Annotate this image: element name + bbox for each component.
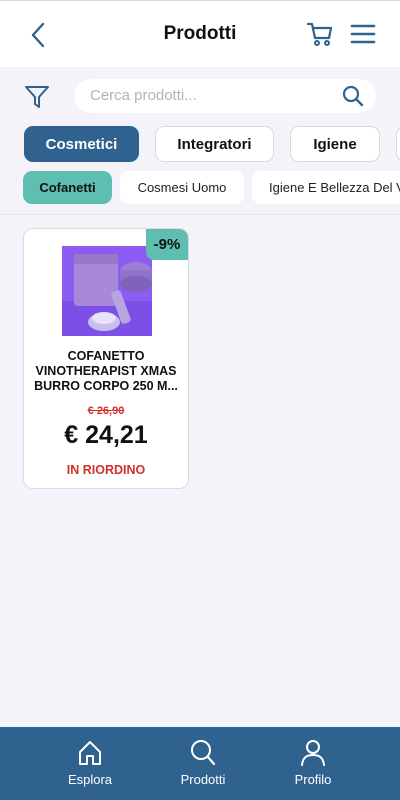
- bottom-nav: Esplora Prodotti Profilo: [0, 727, 400, 800]
- search-icon[interactable]: [342, 85, 364, 107]
- category-tab-igiene[interactable]: Igiene: [290, 126, 380, 162]
- cart-icon[interactable]: [306, 20, 334, 48]
- category-tab-more[interactable]: [396, 126, 400, 162]
- subcategory-tab-igiene-bellezza[interactable]: Igiene E Bellezza Del V: [252, 171, 400, 204]
- nav-label-prodotti: Prodotti: [180, 772, 226, 787]
- menu-icon[interactable]: [350, 22, 376, 46]
- category-tabs: Cosmetici Integratori Igiene: [0, 126, 400, 164]
- nav-item-esplora[interactable]: Esplora: [50, 727, 130, 800]
- nav-item-prodotti[interactable]: Prodotti: [163, 727, 243, 800]
- subcategory-tab-cosmesi-uomo[interactable]: Cosmesi Uomo: [120, 171, 244, 204]
- product-card[interactable]: -9% COFANETTO VINOTHERAPIST XMAS BURRO C…: [23, 228, 189, 489]
- nav-item-profilo[interactable]: Profilo: [273, 727, 353, 800]
- filter-icon[interactable]: [24, 84, 50, 110]
- search-icon: [191, 740, 216, 766]
- divider: [0, 214, 400, 215]
- category-tab-cosmetici[interactable]: Cosmetici: [24, 126, 139, 162]
- subcategory-tabs: Cofanetti Cosmesi Uomo Igiene E Bellezza…: [0, 171, 400, 205]
- category-tab-integratori[interactable]: Integratori: [155, 126, 274, 162]
- subcategory-tab-cofanetti[interactable]: Cofanetti: [23, 171, 112, 204]
- page-title: Prodotti: [163, 23, 237, 44]
- home-icon: [79, 741, 101, 765]
- search-input[interactable]: Cerca prodotti...: [74, 79, 376, 113]
- nav-label-profilo: Profilo: [294, 772, 332, 787]
- product-name: COFANETTO VINOTHERAPIST XMAS BURRO CORPO…: [34, 349, 178, 393]
- user-icon: [301, 740, 325, 766]
- old-price: € 26,90: [87, 405, 125, 417]
- discount-badge: -9%: [146, 229, 188, 260]
- product-image: [62, 246, 152, 336]
- nav-label-esplora: Esplora: [67, 772, 113, 787]
- search-placeholder: Cerca prodotti...: [90, 87, 197, 104]
- stock-status: IN RIORDINO: [66, 463, 146, 477]
- app-header: Prodotti: [0, 0, 400, 67]
- product-price: € 24,21: [64, 421, 148, 449]
